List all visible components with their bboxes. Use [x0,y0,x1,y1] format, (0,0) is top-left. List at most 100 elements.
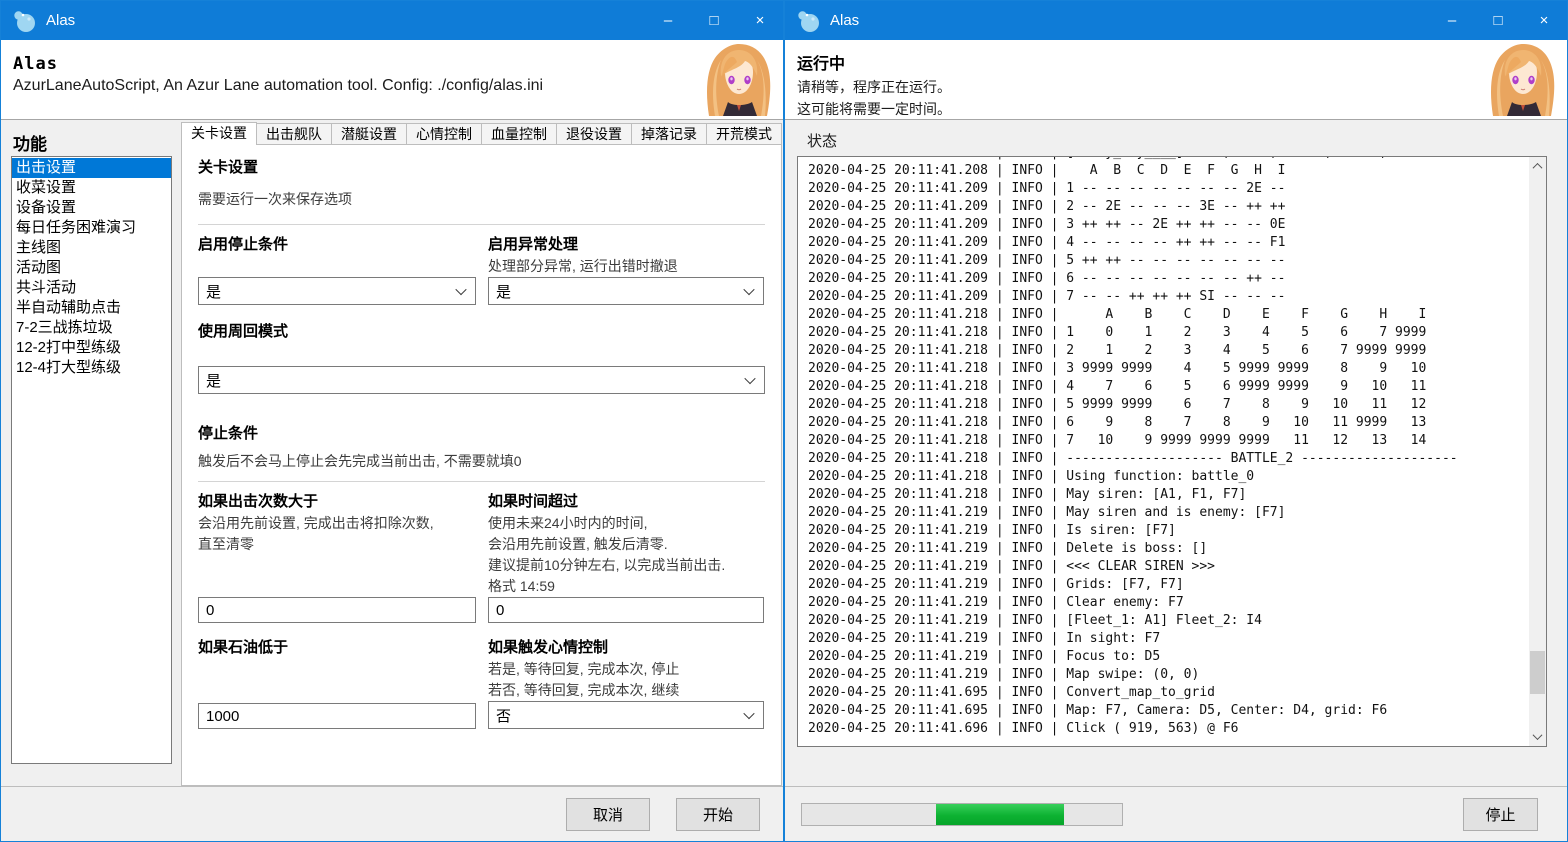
sidebar-item-3[interactable]: 每日任务困难演习 [12,218,171,238]
maximize-button[interactable]: □ [1475,1,1521,40]
sidebar-item-10[interactable]: 12-4打大型练级 [12,358,171,378]
log-line-20: 2020-04-25 20:11:41.219 | INFO | May sir… [808,504,1529,522]
desktop: Alas – □ × Alas AzurLaneAutoScript, An A… [0,0,1568,842]
if-count-input[interactable]: 0 [198,597,476,623]
sidebar-item-5[interactable]: 活动图 [12,258,171,278]
divider [198,224,765,225]
sidebar-item-8[interactable]: 7-2三战拣垃圾 [12,318,171,338]
close-button[interactable]: × [1521,1,1567,40]
if-time-input[interactable]: 0 [488,597,764,623]
log-line-25: 2020-04-25 20:11:41.219 | INFO | Clear e… [808,594,1529,612]
enable-exception-label: 启用异常处理 [488,234,764,256]
if-emotion-select[interactable]: 否 [488,701,764,729]
field-enable-exception: 启用异常处理 处理部分异常, 运行出错时撤退 是 [488,234,764,305]
tab-2[interactable]: 潜艇设置 [332,123,407,145]
enable-exception-select[interactable]: 是 [488,277,764,305]
sidebar-item-4[interactable]: 主线图 [12,238,171,258]
log-line-31: 2020-04-25 20:11:41.695 | INFO | Map: F7… [808,702,1529,720]
stop-condition-note: 触发后不会马上停止会先完成当前出击, 不需要就填0 [198,451,765,472]
if-time-note-1: 使用未来24小时内的时间, [488,513,764,534]
cancel-button[interactable]: 取消 [566,798,650,831]
close-button[interactable]: × [737,1,783,40]
if-count-label: 如果出击次数大于 [198,491,476,513]
tab-5[interactable]: 退役设置 [557,123,632,145]
sidebar-item-0[interactable]: 出击设置 [12,158,171,178]
sidebar-item-7[interactable]: 半自动辅助点击 [12,298,171,318]
window-controls: – □ × [645,1,783,40]
log-line-4: 2020-04-25 20:11:41.209 | INFO | 3 ++ ++… [808,216,1529,234]
settings-footer: 取消 开始 [1,786,783,841]
window-title: Alas [46,12,75,29]
log-scrollbar[interactable] [1529,157,1546,746]
tab-bar: 关卡设置出击舰队潜艇设置心情控制血量控制退役设置掉落记录开荒模式 [181,122,782,145]
window-settings: Alas – □ × Alas AzurLaneAutoScript, An A… [0,0,784,842]
start-button[interactable]: 开始 [676,798,760,831]
app-subtitle: AzurLaneAutoScript, An Azur Lane automat… [13,77,783,95]
log-line-6: 2020-04-25 20:11:41.209 | INFO | 5 ++ ++… [808,252,1529,270]
log-line-27: 2020-04-25 20:11:41.219 | INFO | In sigh… [808,630,1529,648]
log-box[interactable]: 2020-04-25 20:11:41.208 | INFO | [enemy_… [797,156,1547,747]
log-line-30: 2020-04-25 20:11:41.695 | INFO | Convert… [808,684,1529,702]
log-line-18: 2020-04-25 20:11:41.218 | INFO | Using f… [808,468,1529,486]
sidebar-label: 功能 [13,130,181,155]
chevron-down-icon [743,708,754,719]
if-emotion-value: 否 [496,705,511,726]
enable-stop-select[interactable]: 是 [198,277,476,305]
minimize-button[interactable]: – [645,1,691,40]
if-time-value: 0 [496,602,504,619]
if-count-note-1: 会沿用先前设置, 完成出击将扣除次数, [198,513,476,534]
log-line-28: 2020-04-25 20:11:41.219 | INFO | Focus t… [808,648,1529,666]
maximize-button[interactable]: □ [691,1,737,40]
sidebar-item-1[interactable]: 收菜设置 [12,178,171,198]
log-line-22: 2020-04-25 20:11:41.219 | INFO | Delete … [808,540,1529,558]
sidebar-item-2[interactable]: 设备设置 [12,198,171,218]
log-line-23: 2020-04-25 20:11:41.219 | INFO | <<< CLE… [808,558,1529,576]
scrollbar-thumb[interactable] [1530,651,1545,694]
run-footer: 停止 [785,786,1567,841]
tab-6[interactable]: 掉落记录 [632,123,707,145]
log-line-32: 2020-04-25 20:11:41.696 | INFO | Click (… [808,720,1529,738]
avatar [701,42,775,116]
tab-3[interactable]: 心情控制 [407,123,482,145]
if-oil-input[interactable]: 1000 [198,703,476,729]
if-time-note-4: 格式 14:59 [488,576,764,597]
if-emotion-note-1: 若是, 等待回复, 完成本次, 停止 [488,659,764,680]
window-title: Alas [830,12,859,29]
tab-1[interactable]: 出击舰队 [257,123,332,145]
log-line-7: 2020-04-25 20:11:41.209 | INFO | 6 -- --… [808,270,1529,288]
app-logo-icon [12,9,36,33]
tab-7[interactable]: 开荒模式 [707,123,782,145]
log-line-29: 2020-04-25 20:11:41.219 | INFO | Map swi… [808,666,1529,684]
if-emotion-label: 如果触发心情控制 [488,637,764,659]
tab-4[interactable]: 血量控制 [482,123,557,145]
scroll-up-icon[interactable] [1529,158,1546,175]
log-line-2: 2020-04-25 20:11:41.209 | INFO | 1 -- --… [808,180,1529,198]
app-header: Alas AzurLaneAutoScript, An Azur Lane au… [1,40,783,120]
sidebar-item-6[interactable]: 共斗活动 [12,278,171,298]
if-emotion-note-2: 若否, 等待回复, 完成本次, 继续 [488,680,764,701]
field-if-oil: 如果石油低于 1000 [198,637,476,729]
sidebar: 功能 出击设置收菜设置设备设置每日任务困难演习主线图活动图共斗活动半自动辅助点击… [1,120,181,786]
if-oil-value: 1000 [206,708,239,725]
minimize-button[interactable]: – [1429,1,1475,40]
log-line-17: 2020-04-25 20:11:41.218 | INFO | -------… [808,450,1529,468]
loop-mode-select[interactable]: 是 [198,366,765,394]
log-body: 状态 2020-04-25 20:11:41.208 | INFO | [ene… [785,120,1567,786]
window-controls: – □ × [1429,1,1567,40]
log-line-12: 2020-04-25 20:11:41.218 | INFO | 3 9999 … [808,360,1529,378]
titlebar[interactable]: Alas – □ × [785,1,1567,40]
scroll-down-icon[interactable] [1529,728,1546,745]
function-list[interactable]: 出击设置收菜设置设备设置每日任务困难演习主线图活动图共斗活动半自动辅助点击7-2… [11,156,172,764]
stop-button[interactable]: 停止 [1463,798,1538,831]
tab-0[interactable]: 关卡设置 [181,122,257,145]
sidebar-item-9[interactable]: 12-2打中型练级 [12,338,171,358]
row-enable: 启用停止条件 是 启用异常处理 处理部分异常, 运行出错时撤退 是 [198,234,765,305]
log-line-3: 2020-04-25 20:11:41.209 | INFO | 2 -- 2E… [808,198,1529,216]
log-line-1: 2020-04-25 20:11:41.208 | INFO | A B C D… [808,162,1529,180]
log-line-14: 2020-04-25 20:11:41.218 | INFO | 5 9999 … [808,396,1529,414]
app-title: Alas [13,54,783,74]
field-if-emotion: 如果触发心情控制 若是, 等待回复, 完成本次, 停止 若否, 等待回复, 完成… [488,637,764,729]
titlebar[interactable]: Alas – □ × [1,1,783,40]
log-line-26: 2020-04-25 20:11:41.219 | INFO | [Fleet_… [808,612,1529,630]
avatar [1485,42,1559,116]
